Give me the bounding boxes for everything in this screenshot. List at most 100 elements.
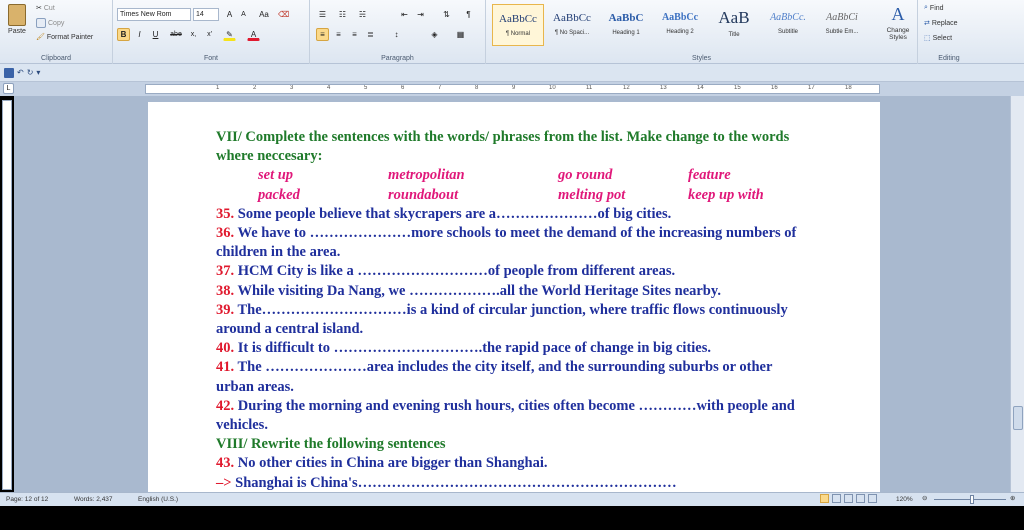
paintbrush-icon: 🖌 xyxy=(36,34,45,41)
tab-selector-icon[interactable]: L xyxy=(3,83,14,94)
replace-button[interactable]: ⇄ Replace xyxy=(924,19,958,28)
print-layout-icon[interactable] xyxy=(820,494,829,503)
style-name: Subtitle xyxy=(777,29,798,35)
word-item: set up xyxy=(258,167,294,184)
ruler-number: 14 xyxy=(697,85,704,91)
font-color-button[interactable]: A xyxy=(247,28,260,41)
vertical-scrollbar[interactable] xyxy=(1010,96,1024,492)
align-right-icon[interactable]: ≡ xyxy=(348,28,361,41)
cut-label: Cut xyxy=(43,4,55,12)
zoom-out-icon[interactable]: ⊖ xyxy=(922,494,927,502)
answer-text: Shanghai is China's………………………………………………………… xyxy=(231,474,677,491)
find-button[interactable]: ⌕ Find xyxy=(924,4,944,12)
word-count[interactable]: Words: 2,437 xyxy=(74,496,113,503)
align-center-icon[interactable]: ≡ xyxy=(332,28,345,41)
superscript-button[interactable]: x' xyxy=(203,28,216,41)
horizontal-ruler[interactable]: 12345678910111213141516171819 xyxy=(145,84,880,94)
borders-icon[interactable]: ▦ xyxy=(454,28,467,41)
subscript-button[interactable]: x, xyxy=(187,28,200,41)
replace-icon: ⇄ xyxy=(924,20,930,27)
style-subtitle[interactable]: AaBbCc. Subtitle xyxy=(762,4,814,46)
arrow-marker: –> xyxy=(216,474,232,491)
web-layout-icon[interactable] xyxy=(844,494,853,503)
italic-button[interactable]: I xyxy=(133,28,146,41)
highlight-button[interactable]: ✎ xyxy=(223,28,236,41)
sentence-number: 38. xyxy=(216,282,235,299)
increase-indent-icon[interactable]: ⇥ xyxy=(414,8,427,21)
ruler-number: 9 xyxy=(512,85,516,91)
change-styles-button[interactable]: A Change Styles xyxy=(882,4,914,41)
ruler-number: 4 xyxy=(327,85,331,91)
undo-icon[interactable]: ↶ xyxy=(17,68,24,77)
sentence-text: Some people believe that skycrapers are … xyxy=(234,205,672,222)
sentence-number: 40. xyxy=(216,340,235,357)
find-label: Find xyxy=(929,4,944,12)
word-item: go round xyxy=(558,167,613,184)
paste-label: Paste xyxy=(8,28,26,35)
decrease-indent-icon[interactable]: ⇤ xyxy=(398,8,411,21)
editing-group-label: Editing xyxy=(938,55,960,62)
change-styles-icon: A xyxy=(891,4,905,24)
select-button[interactable]: ⬚ Select xyxy=(924,34,952,43)
style-subtle-emphasis[interactable]: AaBbCi Subtle Em... xyxy=(816,4,868,46)
sentence-text: It is difficult to ………………………….the rapid … xyxy=(234,340,712,357)
view-buttons[interactable] xyxy=(820,494,877,503)
sentence-text: No other cities in China are bigger than… xyxy=(234,455,548,472)
vertical-ruler[interactable] xyxy=(2,100,12,490)
customize-toolbar-icon[interactable]: ▾ xyxy=(36,68,40,77)
scissors-icon: ✂ xyxy=(36,5,42,12)
format-painter-button[interactable]: 🖌 Format Painter xyxy=(36,33,93,42)
redo-icon[interactable]: ↻ xyxy=(27,68,34,77)
sentence-number: 39. xyxy=(216,301,235,318)
document-page[interactable]: VII/ Complete the sentences with the wor… xyxy=(148,102,880,492)
answer-43: –> Shanghai is China's………………………………………………… xyxy=(216,474,806,492)
sort-icon[interactable]: ⇅ xyxy=(440,8,453,21)
outline-icon[interactable] xyxy=(856,494,865,503)
line-spacing-icon[interactable]: ↕ xyxy=(390,28,403,41)
sentence-38: 38. While visiting Da Nang, we ……………….al… xyxy=(216,282,806,301)
style-heading-2[interactable]: AaBbCc Heading 2 xyxy=(654,4,706,46)
paste-button[interactable]: Paste xyxy=(4,4,30,35)
zoom-in-icon[interactable]: ⊕ xyxy=(1010,494,1015,502)
underline-button[interactable]: U xyxy=(149,28,162,41)
paragraph-group: ☰ ☷ ☵ ⇤ ⇥ ⇅ ¶ ≡ ≡ ≡ ≣ ↕ ◈ ▦ Paragraph xyxy=(310,0,486,64)
font-size-combo[interactable]: 14 xyxy=(193,8,219,21)
copy-button[interactable]: Copy xyxy=(36,18,64,28)
cut-button[interactable]: ✂ Cut xyxy=(36,4,55,13)
strikethrough-button[interactable]: abe xyxy=(167,28,185,41)
scrollbar-thumb[interactable] xyxy=(1013,406,1023,430)
align-left-icon[interactable]: ≡ xyxy=(316,28,329,41)
styles-group-label: Styles xyxy=(691,55,712,62)
bullets-icon[interactable]: ☰ xyxy=(316,8,329,21)
style-sample: AaBbCc xyxy=(661,12,699,23)
justify-icon[interactable]: ≣ xyxy=(364,28,377,41)
zoom-slider-thumb[interactable] xyxy=(970,495,974,504)
language-indicator[interactable]: English (U.S.) xyxy=(138,496,178,503)
sentence-text: HCM City is like a ………………………of people fr… xyxy=(234,263,676,280)
style-title[interactable]: AaB Title xyxy=(708,4,760,46)
style-no-spacing[interactable]: AaBbCc ¶ No Spaci... xyxy=(546,4,598,46)
style-normal[interactable]: AaBbCc ¶ Normal xyxy=(492,4,544,46)
zoom-level[interactable]: 120% xyxy=(896,496,913,503)
change-case-button[interactable]: Aa xyxy=(255,8,273,21)
sentence-number: 41. xyxy=(216,359,235,376)
multilevel-list-icon[interactable]: ☵ xyxy=(356,8,369,21)
shrink-font-button[interactable]: A xyxy=(237,8,250,21)
sentence-text: The …………………area includes the city itself… xyxy=(216,359,773,395)
shading-icon[interactable]: ◈ xyxy=(428,28,441,41)
quick-access-toolbar: ↶ ↻ ▾ xyxy=(0,64,1024,82)
style-heading-1[interactable]: AaBbC Heading 1 xyxy=(600,4,652,46)
bold-button[interactable]: B xyxy=(117,28,130,41)
show-formatting-button[interactable]: ¶ xyxy=(462,8,475,21)
document-text[interactable]: VII/ Complete the sentences with the wor… xyxy=(216,128,806,492)
ribbon: Paste ✂ Cut Copy 🖌 Format Painter Clipboar… xyxy=(0,0,1024,64)
save-icon[interactable] xyxy=(4,67,14,78)
clear-formatting-icon[interactable]: ⌫ xyxy=(277,8,290,21)
sentence-43: 43. No other cities in China are bigger … xyxy=(216,454,806,473)
numbering-icon[interactable]: ☷ xyxy=(336,8,349,21)
font-name-combo[interactable]: Times New Rom xyxy=(117,8,191,21)
draft-icon[interactable] xyxy=(868,494,877,503)
page-count[interactable]: Page: 12 of 12 xyxy=(6,496,48,503)
grow-font-button[interactable]: A xyxy=(223,8,236,21)
full-screen-icon[interactable] xyxy=(832,494,841,503)
